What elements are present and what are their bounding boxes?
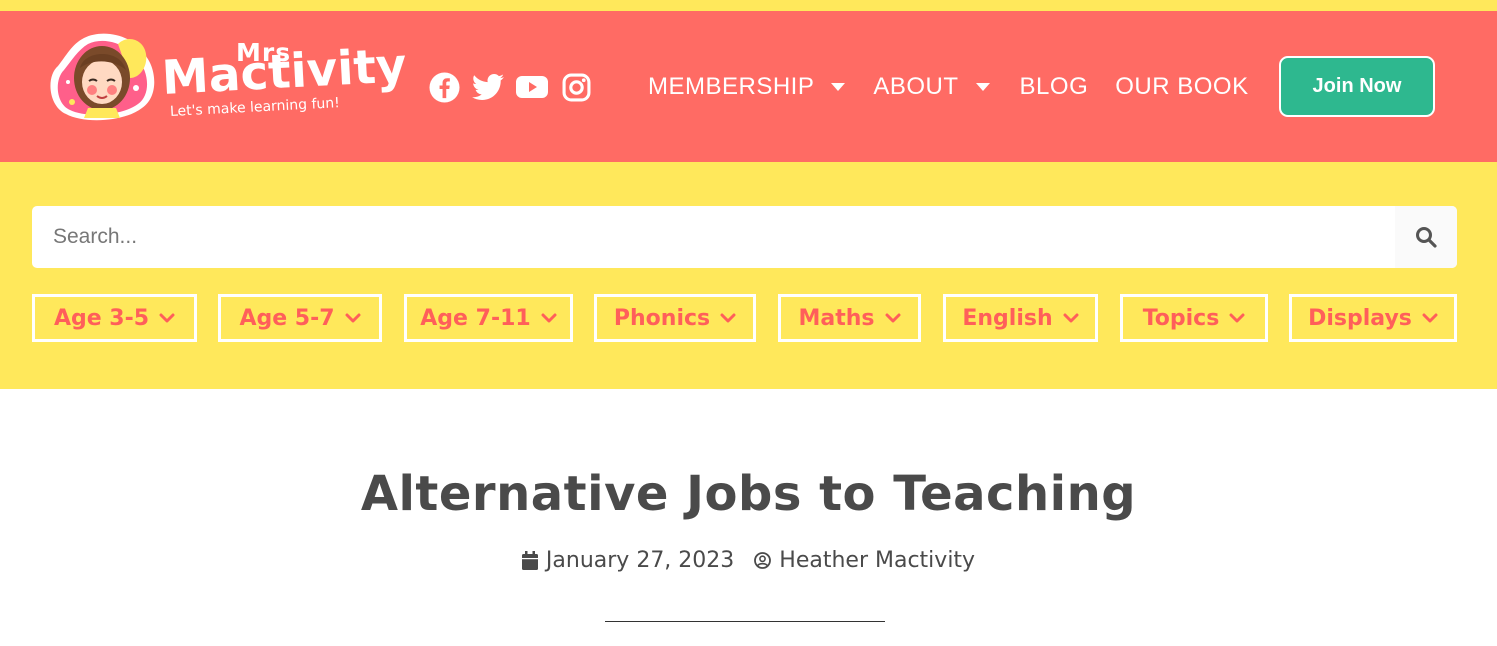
main-nav: MEMBERSHIP ABOUT BLOG OUR BOOK [648, 72, 1249, 102]
calendar-icon [521, 551, 538, 570]
category-label: Maths [798, 305, 875, 331]
search-bar [32, 206, 1457, 268]
category-label: Age 3-5 [53, 305, 150, 331]
chevron-down-icon [541, 313, 557, 323]
post-author-text: Heather Mactivity [779, 548, 976, 573]
chevron-down-icon [1063, 313, 1079, 323]
logo-name-text: Mactivity [160, 38, 408, 106]
nav-item-blog[interactable]: BLOG [1020, 73, 1089, 101]
site-logo[interactable]: Mrs Mactivity Let's make learning fun! [44, 26, 408, 130]
search-input[interactable] [32, 206, 1392, 268]
category-age-5-7[interactable]: Age 5-7 [218, 294, 382, 342]
category-maths[interactable]: Maths [778, 294, 921, 342]
facebook-icon[interactable] [428, 71, 460, 103]
nav-item-our-book[interactable]: OUR BOOK [1115, 73, 1248, 101]
category-label: Topics [1142, 305, 1220, 331]
post-date-text: January 27, 2023 [545, 548, 735, 573]
nav-item-label: OUR BOOK [1115, 73, 1249, 100]
search-button[interactable] [1395, 206, 1457, 268]
youtube-icon[interactable] [516, 71, 548, 103]
category-label: Age 7-11 [420, 305, 531, 331]
post-author[interactable]: Heather Mactivity [754, 548, 975, 573]
nav-item-membership[interactable]: MEMBERSHIP [648, 73, 846, 101]
top-strip [0, 0, 1497, 11]
user-circle-icon [754, 552, 772, 569]
category-phonics[interactable]: Phonics [594, 294, 756, 342]
instagram-icon[interactable] [560, 71, 592, 103]
title-divider [605, 621, 885, 622]
category-displays[interactable]: Displays [1289, 294, 1457, 342]
nav-item-label: MEMBERSHIP [648, 73, 815, 100]
category-topics[interactable]: Topics [1120, 294, 1268, 342]
chevron-down-icon [1229, 313, 1245, 323]
search-category-band [0, 162, 1497, 389]
join-now-button[interactable]: Join Now [1279, 56, 1435, 117]
social-links [428, 71, 592, 103]
chevron-down-icon [885, 313, 900, 323]
category-label: English [962, 305, 1053, 331]
post-date: January 27, 2023 [521, 548, 735, 573]
chevron-down-icon [1422, 313, 1438, 323]
category-english[interactable]: English [943, 294, 1098, 342]
caret-down-icon [975, 83, 990, 91]
category-label: Displays [1308, 305, 1412, 331]
chevron-down-icon [345, 313, 361, 323]
logo-mascot-image [50, 33, 155, 121]
chevron-down-icon [720, 313, 736, 323]
twitter-icon[interactable] [472, 71, 504, 103]
chevron-down-icon [159, 313, 175, 323]
category-age-7-11[interactable]: Age 7-11 [404, 294, 573, 342]
post-meta: January 27, 2023 Heather Mactivity [0, 548, 1497, 573]
post-title: Alternative Jobs to Teaching [360, 466, 1137, 522]
nav-item-about[interactable]: ABOUT [873, 73, 990, 101]
nav-item-label: ABOUT [873, 73, 959, 100]
search-icon [1416, 227, 1437, 248]
category-label: Age 5-7 [239, 305, 335, 331]
nav-item-label: BLOG [1019, 73, 1089, 100]
category-age-3-5[interactable]: Age 3-5 [32, 294, 197, 342]
caret-down-icon [831, 83, 846, 91]
category-label: Phonics [613, 305, 711, 331]
